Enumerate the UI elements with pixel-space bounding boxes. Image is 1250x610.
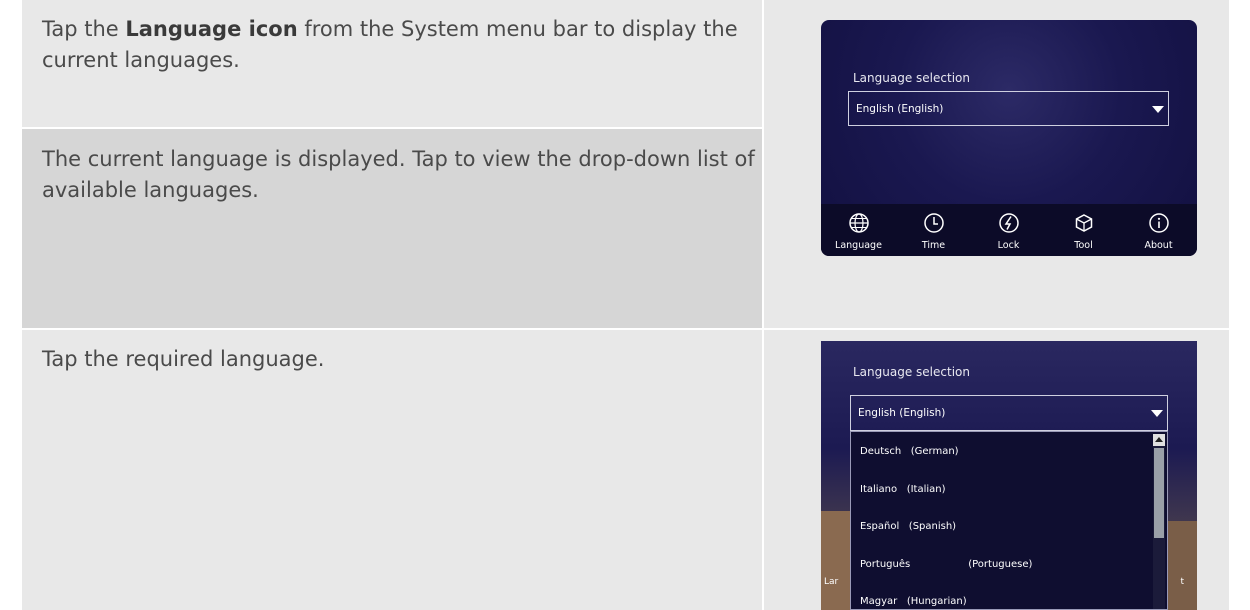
language-option-espanol[interactable]: Español (Spanish): [860, 521, 956, 532]
scrollbar-thumb[interactable]: [1154, 448, 1164, 538]
menu-item-about[interactable]: About: [1121, 204, 1196, 256]
system-menu-bar: Language Time Lock Tool About: [821, 204, 1197, 256]
menu-label-fragment-left: Lar: [824, 577, 839, 587]
language-option-magyar[interactable]: Magyar (Hungarian): [860, 596, 967, 607]
language-dropdown-open[interactable]: English (English): [850, 395, 1168, 431]
language-option-portugues[interactable]: Português (Portuguese): [860, 559, 1032, 570]
lock-bolt-icon: [998, 213, 1019, 233]
background-left: [821, 511, 851, 610]
info-icon: [1148, 213, 1169, 233]
language-option-italiano[interactable]: Italiano (Italian): [860, 484, 946, 495]
language-icon-emphasis: Language icon: [125, 17, 298, 41]
selected-language-2: English (English): [858, 407, 946, 419]
selected-language: English (English): [856, 102, 944, 115]
step-1-text: Tap the Language icon from the System me…: [42, 17, 738, 72]
language-option-deutsch[interactable]: Deutsch (German): [860, 446, 959, 457]
step-3-text: Tap the required language.: [42, 347, 325, 371]
scroll-up-icon[interactable]: [1153, 434, 1165, 446]
language-dropdown[interactable]: English (English): [848, 91, 1169, 126]
language-selection-label-2: Language selection: [853, 365, 970, 379]
globe-icon: [848, 213, 869, 233]
language-options-list: Deutsch (German) Italiano (Italian) Espa…: [850, 431, 1168, 610]
cube-icon: [1075, 214, 1092, 232]
clock-icon: [923, 213, 944, 233]
background-right: [1167, 521, 1197, 610]
menu-label-fragment-right: t: [1180, 577, 1184, 587]
instruction-table: Tap the Language icon from the System me…: [0, 0, 1250, 610]
menu-item-time[interactable]: Time: [896, 204, 971, 256]
menu-item-language[interactable]: Language: [821, 204, 896, 256]
dropdown-scrollbar[interactable]: [1153, 434, 1165, 609]
menu-item-lock[interactable]: Lock: [971, 204, 1046, 256]
chevron-down-icon: [1152, 105, 1164, 113]
step-2-text: The current language is displayed. Tap t…: [42, 147, 755, 202]
menu-item-tool[interactable]: Tool: [1046, 204, 1121, 256]
language-dropdown-open-screenshot: Language selection English (English) Lar…: [821, 341, 1197, 610]
chevron-down-icon: [1151, 410, 1163, 417]
language-selection-label: Language selection: [853, 71, 970, 85]
language-screen-screenshot: Language selection English (English) Lan…: [821, 20, 1197, 256]
